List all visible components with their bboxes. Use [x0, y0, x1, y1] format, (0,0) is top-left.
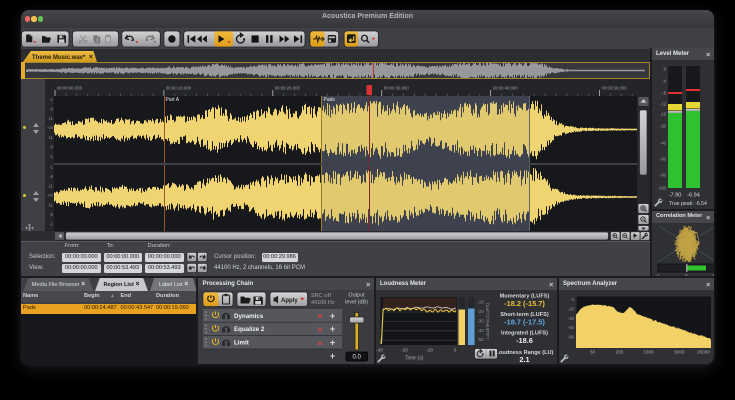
svg-text:0: 0 — [454, 348, 457, 354]
svg-text:-6: -6 — [49, 212, 53, 217]
svg-text:-12: -12 — [660, 102, 667, 107]
svg-text:Limit: Limit — [234, 340, 249, 347]
svg-text:-1: -1 — [49, 165, 53, 170]
svg-text:-7.90: -7.90 — [669, 193, 682, 199]
svg-text:-11: -11 — [47, 135, 53, 140]
svg-text:×: × — [318, 324, 323, 334]
svg-text:5000: 5000 — [674, 350, 685, 355]
svg-text:-oo: -oo — [47, 193, 54, 198]
svg-text:-18.6: -18.6 — [516, 336, 533, 345]
svg-text:+: + — [330, 338, 335, 348]
svg-text:-10: -10 — [426, 348, 433, 354]
svg-text:-60: -60 — [568, 325, 575, 330]
svg-text:Time (s): Time (s) — [405, 356, 424, 362]
svg-text:200: 200 — [616, 350, 624, 355]
svg-text:level (dB): level (dB) — [345, 300, 368, 306]
svg-text:-50: -50 — [478, 337, 485, 342]
svg-text:-20: -20 — [660, 124, 667, 129]
svg-text:-80: -80 — [568, 335, 575, 340]
svg-text:20000: 20000 — [697, 350, 710, 355]
svg-text:+: + — [330, 324, 335, 334]
svg-text:-40: -40 — [478, 328, 485, 333]
svg-text:-6: -6 — [49, 174, 53, 179]
svg-text:×: × — [318, 338, 323, 348]
svg-text:-18.7 (-17.5): -18.7 (-17.5) — [504, 318, 545, 327]
svg-text:-10: -10 — [478, 300, 485, 305]
svg-text:-11: -11 — [47, 116, 53, 121]
svg-text:50: 50 — [590, 350, 596, 355]
svg-text:-6: -6 — [49, 107, 53, 112]
svg-text:-100: -100 — [658, 186, 667, 191]
svg-text:0: 0 — [664, 67, 667, 72]
svg-text:0: 0 — [572, 297, 575, 302]
svg-text:-40: -40 — [568, 316, 575, 321]
svg-text:00:00:30.000: 00:00:30.000 — [384, 86, 410, 91]
svg-text:00:00:20.000: 00:00:20.000 — [275, 86, 301, 91]
svg-text:-1: -1 — [49, 97, 53, 102]
svg-text:Output: Output — [348, 293, 365, 299]
svg-text:-20: -20 — [478, 309, 485, 314]
svg-text:00:00:40.000: 00:00:40.000 — [493, 86, 519, 91]
svg-text:00:00:50.000: 00:00:50.000 — [602, 86, 628, 91]
svg-text:Dynamics: Dynamics — [234, 313, 264, 320]
svg-text:-11: -11 — [47, 184, 53, 189]
svg-text:-20: -20 — [568, 306, 575, 311]
svg-text:Loudness (LUFS): Loudness (LUFS) — [485, 303, 490, 339]
svg-text:-1: -1 — [49, 222, 53, 227]
svg-text:-6: -6 — [49, 145, 53, 150]
svg-text:-oo: -oo — [47, 125, 54, 130]
svg-text:-30: -30 — [376, 348, 383, 354]
svg-text:SRC off: SRC off — [311, 293, 331, 299]
svg-text:-6.94: -6.94 — [687, 193, 700, 199]
svg-text:-8: -8 — [662, 91, 666, 96]
svg-text:2.1: 2.1 — [519, 355, 529, 364]
svg-text:+: + — [330, 351, 335, 361]
svg-text:-80: -80 — [660, 173, 667, 178]
svg-text:Apply: Apply — [281, 298, 298, 304]
svg-text:-11: -11 — [47, 203, 53, 208]
svg-text:Equalize 2: Equalize 2 — [234, 326, 265, 333]
svg-text:×: × — [318, 311, 323, 321]
svg-text:00:00:00.000: 00:00:00.000 — [57, 86, 83, 91]
svg-text:True peak: -6.54: True peak: -6.54 — [669, 201, 707, 207]
svg-text:1000: 1000 — [643, 350, 654, 355]
svg-text:-1: -1 — [49, 154, 53, 159]
svg-text:-40: -40 — [660, 141, 667, 146]
svg-text:-18.2 (-15.7): -18.2 (-15.7) — [504, 299, 545, 308]
svg-text:+: + — [330, 311, 335, 321]
svg-text:-16: -16 — [660, 112, 667, 117]
svg-text:44100 Hz: 44100 Hz — [311, 300, 335, 306]
svg-text:0.0: 0.0 — [353, 355, 362, 361]
svg-text:-4: -4 — [662, 79, 666, 84]
svg-text:-20: -20 — [401, 348, 408, 354]
svg-text:-60: -60 — [660, 157, 667, 162]
svg-text:-30: -30 — [478, 318, 485, 323]
svg-text:00:00:10.000: 00:00:10.000 — [166, 86, 192, 91]
